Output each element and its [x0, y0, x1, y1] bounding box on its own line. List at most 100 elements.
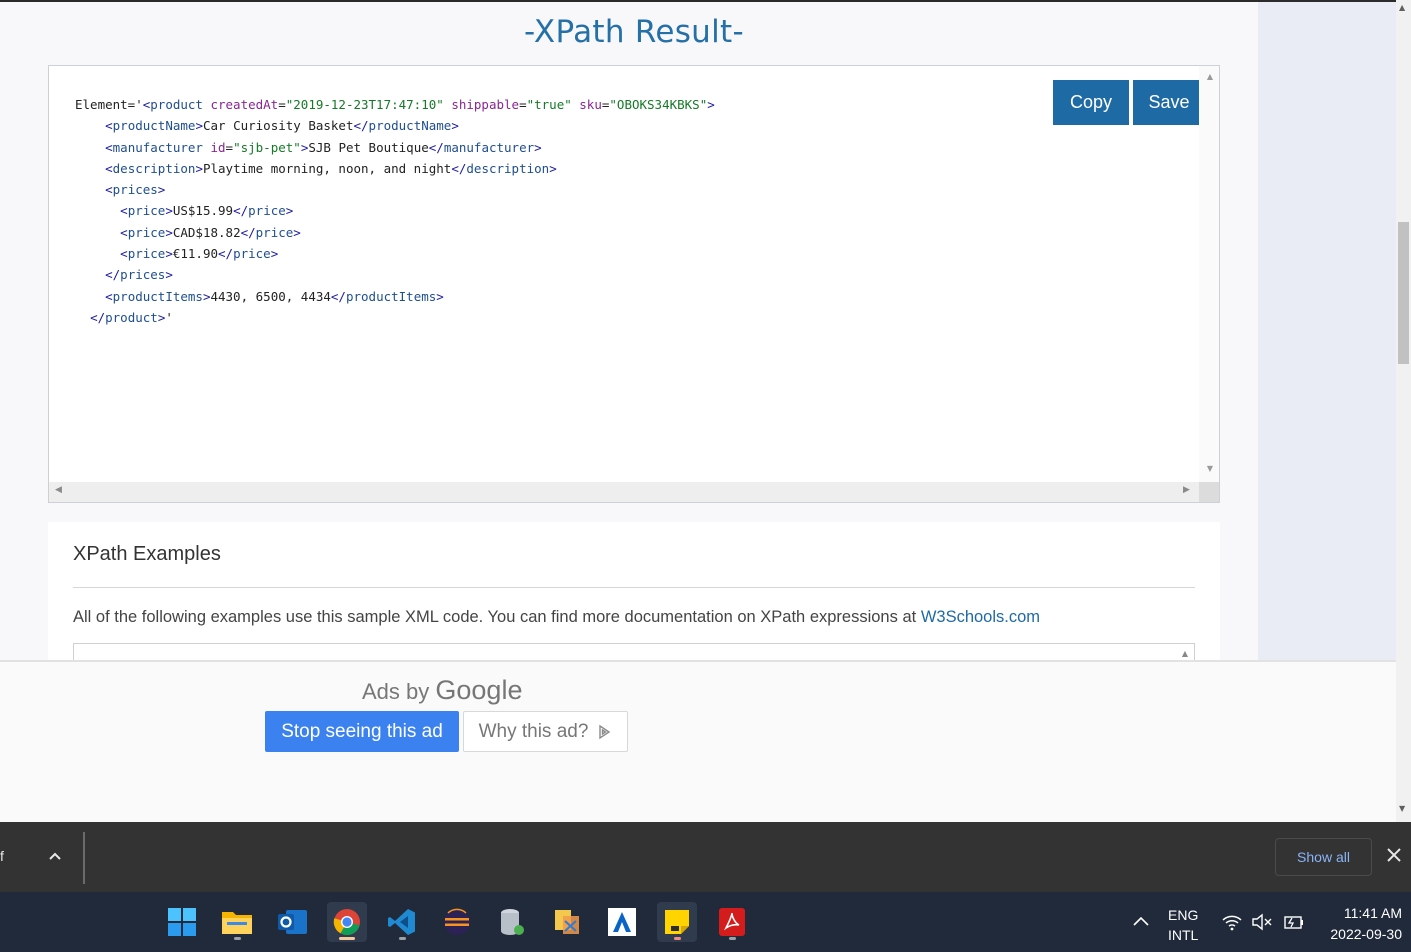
code-tag: prices — [120, 267, 166, 283]
code-tag: price — [248, 203, 286, 219]
download-separator — [83, 832, 85, 884]
copy-button[interactable]: Copy — [1053, 80, 1129, 125]
code-tag: product — [105, 309, 158, 325]
page-title: -XPath Result- — [523, 14, 744, 50]
active-indicator — [339, 937, 355, 940]
code-text-price: CAD$18.82 — [172, 224, 241, 240]
system-tray[interactable] — [1221, 912, 1307, 932]
acrobat-icon[interactable] — [712, 902, 752, 942]
examples-divider — [73, 587, 1195, 588]
xml-result-code[interactable]: Element='<product createdAt="2019-12-23T… — [75, 94, 715, 328]
ads-by-google-label: Ads by Google — [362, 675, 522, 706]
running-indicator — [729, 937, 736, 940]
wifi-icon — [1222, 915, 1242, 931]
scroll-up-arrow-icon[interactable]: ▲ — [1207, 72, 1213, 81]
download-shelf: f Show all — [0, 822, 1411, 892]
language-code: ENG — [1168, 907, 1199, 923]
code-tag: description — [112, 160, 196, 176]
google-ad-overlay: Ads by Google Stop seeing this ad Why th… — [0, 660, 1396, 822]
code-prefix: Element=' — [75, 97, 143, 112]
code-tag: productName — [368, 118, 452, 134]
download-item-name[interactable]: f — [0, 848, 4, 864]
code-text-manufacturer: SJB Pet Boutique — [308, 139, 429, 155]
chrome-icon[interactable] — [327, 902, 367, 942]
running-indicator — [234, 937, 241, 940]
page-scroll-thumb[interactable] — [1398, 222, 1409, 364]
code-tag: description — [466, 160, 550, 176]
eclipse-icon[interactable] — [437, 902, 477, 942]
page-scrollbar[interactable]: ▲ ▼ — [1396, 0, 1411, 822]
code-text-price: €11.90 — [172, 246, 219, 262]
xpath-examples-card: XPath Examples All of the following exam… — [48, 522, 1220, 683]
stop-seeing-ad-button[interactable]: Stop seeing this ad — [265, 711, 459, 752]
clock-time: 11:41 AM — [1343, 905, 1402, 921]
chevron-up-icon[interactable] — [46, 847, 64, 865]
scrollbar-corner — [1199, 482, 1219, 502]
battery-charging-icon — [1284, 916, 1303, 929]
input-language-indicator[interactable]: ENG INTL — [1168, 905, 1198, 945]
code-text-product-name: Car Curiosity Basket — [202, 118, 354, 134]
keyboard-layout: INTL — [1168, 927, 1199, 943]
code-text-price: US$15.99 — [172, 203, 234, 219]
start-icon[interactable] — [162, 902, 202, 942]
code-punct: = — [519, 97, 527, 112]
code-tag: manufacturer — [443, 139, 535, 155]
azure-icon[interactable] — [602, 902, 642, 942]
why-this-ad-label: Why this ad? — [478, 720, 589, 742]
scroll-down-arrow-icon[interactable]: ▼ — [1399, 804, 1405, 813]
database-icon[interactable] — [492, 902, 532, 942]
code-tag: productName — [112, 118, 196, 134]
code-tag: price — [233, 246, 271, 262]
code-horizontal-scrollbar[interactable]: ◀ ▶ — [49, 482, 1219, 502]
speaker-muted-icon — [1252, 913, 1272, 931]
examples-description: All of the following examples use this s… — [73, 608, 1040, 627]
show-all-downloads-button[interactable]: Show all — [1275, 838, 1372, 876]
examples-description-text: All of the following examples use this s… — [73, 608, 917, 626]
why-this-ad-button[interactable]: Why this ad? — [463, 711, 628, 752]
code-tag: prices — [112, 182, 158, 198]
code-text-description: Playtime morning, noon, and night — [202, 160, 452, 176]
code-value: "OBOKS34KBKS" — [609, 97, 708, 112]
system-clock[interactable]: 11:41 AM 2022-09-30 — [1316, 903, 1402, 945]
code-value: "sjb-pet" — [233, 139, 301, 155]
code-tag: price — [255, 224, 294, 240]
clock-date: 2022-09-30 — [1330, 926, 1402, 942]
scroll-up-arrow-icon[interactable]: ▲ — [1399, 3, 1405, 12]
code-tag: price — [127, 224, 166, 240]
w3schools-link[interactable]: W3Schools.com — [921, 608, 1040, 626]
scroll-down-arrow-icon[interactable]: ▼ — [1207, 464, 1213, 473]
code-attr: shippable — [443, 97, 520, 112]
code-value: "2019-12-23T17:47:10" — [285, 97, 444, 112]
sticky-notes-icon[interactable] — [657, 902, 697, 942]
scroll-right-arrow-icon[interactable]: ▶ — [1183, 485, 1190, 495]
code-tag: manufacturer — [112, 139, 203, 155]
code-attr: id — [210, 139, 226, 155]
vscode-icon[interactable] — [382, 902, 422, 942]
close-icon[interactable] — [1386, 847, 1402, 863]
scroll-up-arrow-icon[interactable]: ▲ — [1182, 649, 1188, 658]
code-punct: = — [278, 97, 286, 112]
running-indicator — [674, 937, 681, 940]
xpath-result-box: Element='<product createdAt="2019-12-23T… — [48, 65, 1220, 503]
windows-taskbar: ENG INTL 11:41 AM 2022-09-30 — [0, 892, 1411, 952]
code-vertical-scrollbar[interactable]: ▲ ▼ — [1199, 66, 1219, 482]
save-button[interactable]: Save — [1133, 80, 1205, 125]
code-tag: price — [127, 246, 166, 262]
adchoices-icon — [599, 724, 611, 739]
examples-heading: XPath Examples — [73, 543, 221, 565]
code-attr: createdAt — [202, 97, 279, 112]
code-tag: productItems — [112, 288, 203, 304]
outlook-icon[interactable] — [272, 902, 312, 942]
ads-by-text: Ads by — [362, 679, 430, 704]
code-attr: sku — [571, 97, 602, 112]
code-punct: > — [707, 97, 715, 112]
running-indicator — [399, 937, 406, 940]
code-suffix: ' — [165, 309, 173, 325]
file-explorer-icon[interactable] — [217, 902, 257, 942]
code-tag: price — [127, 203, 166, 219]
xml-tool-icon[interactable] — [547, 902, 587, 942]
tray-overflow-chevron-icon[interactable] — [1132, 914, 1150, 928]
scroll-left-arrow-icon[interactable]: ◀ — [55, 485, 62, 495]
code-value: "true" — [526, 97, 572, 112]
code-tag: productItems — [345, 288, 437, 304]
